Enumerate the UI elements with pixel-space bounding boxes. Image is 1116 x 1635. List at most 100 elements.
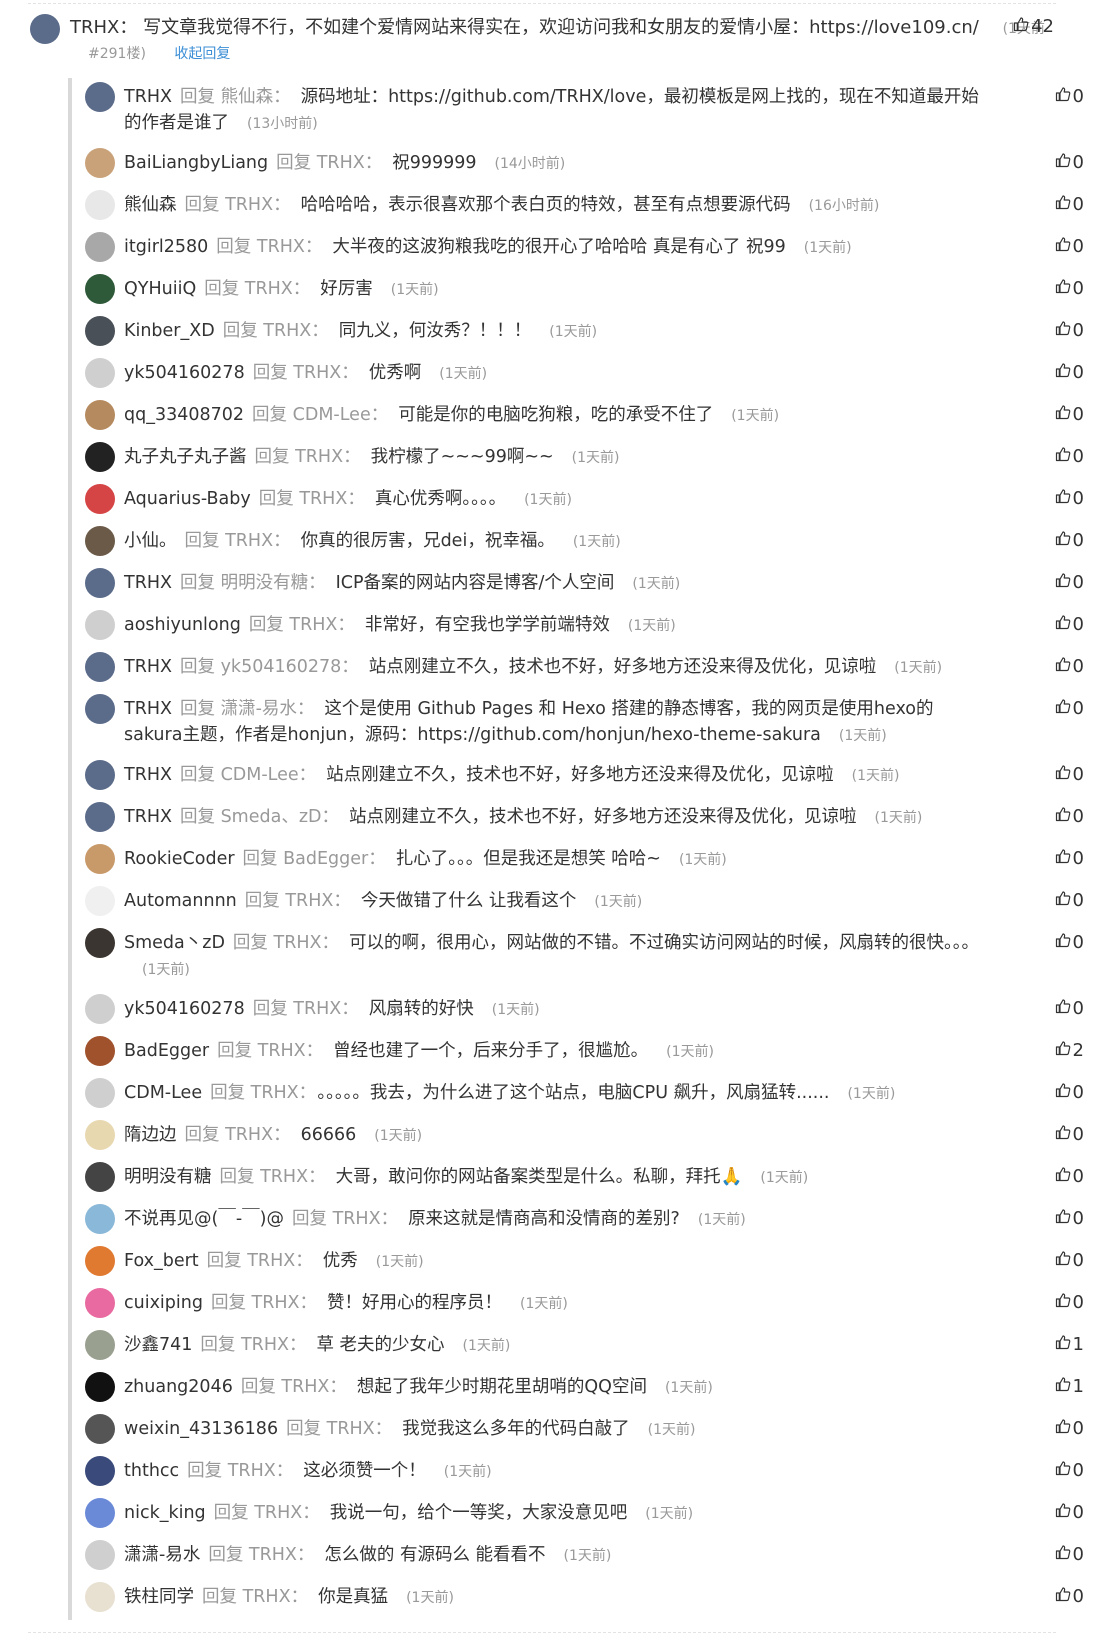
avatar[interactable] — [85, 1498, 115, 1528]
avatar[interactable] — [85, 316, 115, 346]
avatar[interactable] — [85, 1204, 115, 1234]
reply-target-user[interactable]: TRHX — [228, 1461, 276, 1481]
like-button[interactable]: 0 — [1055, 572, 1084, 593]
reply-target-user[interactable]: TRHX — [327, 1419, 375, 1439]
reply-username[interactable]: RookieCoder — [124, 849, 235, 869]
like-button[interactable]: 0 — [1055, 848, 1084, 869]
reply-target-user[interactable]: TRHX — [257, 237, 305, 257]
avatar[interactable] — [85, 484, 115, 514]
avatar[interactable] — [85, 1162, 115, 1192]
reply-target-user[interactable]: CDM-Lee — [221, 765, 299, 785]
like-button[interactable]: 0 — [1055, 1124, 1084, 1145]
reply-target-user[interactable]: TRHX — [251, 1083, 299, 1103]
reply-username[interactable]: Fox_bert — [124, 1251, 199, 1271]
reply-username[interactable]: 隋边边 — [124, 1125, 177, 1145]
like-button[interactable]: 0 — [1055, 614, 1084, 635]
like-button[interactable]: 1 — [1055, 1376, 1084, 1397]
avatar[interactable] — [85, 928, 115, 958]
reply-target-user[interactable]: TRHX — [274, 933, 322, 953]
reply-target-user[interactable]: TRHX — [333, 1209, 381, 1229]
collapse-replies-link[interactable]: 收起回复 — [174, 46, 230, 62]
reply-target-user[interactable]: TRHX — [241, 1335, 289, 1355]
reply-username[interactable]: cuixiping — [124, 1293, 203, 1313]
avatar[interactable] — [85, 1540, 115, 1570]
reply-username[interactable]: TRHX — [124, 765, 172, 785]
avatar[interactable] — [85, 1414, 115, 1444]
reply-target-user[interactable]: TRHX — [285, 891, 333, 911]
like-button[interactable]: 0 — [1055, 1460, 1084, 1481]
reply-username[interactable]: Smeda丶zD — [124, 933, 225, 953]
reply-target-user[interactable]: TRHX — [293, 999, 341, 1019]
reply-target-user[interactable]: TRHX — [247, 1251, 295, 1271]
reply-target-user[interactable]: Smeda、zD — [221, 807, 322, 827]
reply-target-user[interactable]: TRHX — [225, 195, 273, 215]
avatar[interactable] — [85, 844, 115, 874]
like-button[interactable]: 0 — [1055, 362, 1084, 383]
avatar[interactable] — [85, 994, 115, 1024]
avatar[interactable] — [85, 232, 115, 262]
reply-username[interactable]: Kinber_XD — [124, 321, 215, 341]
reply-target-user[interactable]: yk504160278 — [221, 657, 342, 677]
like-button[interactable]: 0 — [1055, 998, 1084, 1019]
reply-username[interactable]: 明明没有糖 — [124, 1167, 212, 1187]
reply-username[interactable]: aoshiyunlong — [124, 615, 241, 635]
like-button[interactable]: 0 — [1055, 1586, 1084, 1607]
avatar[interactable] — [85, 442, 115, 472]
like-button[interactable]: 0 — [1055, 1502, 1084, 1523]
like-button[interactable]: 0 — [1055, 932, 1084, 953]
reply-target-user[interactable]: TRHX — [289, 615, 337, 635]
reply-username[interactable]: 丸子丸子丸子酱 — [124, 447, 247, 467]
reply-username[interactable]: yk504160278 — [124, 363, 245, 383]
reply-username[interactable]: CDM-Lee — [124, 1083, 202, 1103]
reply-target-user[interactable]: TRHX — [225, 1125, 273, 1145]
avatar[interactable] — [85, 802, 115, 832]
avatar[interactable] — [85, 358, 115, 388]
reply-username[interactable]: 小仙。 — [124, 531, 177, 551]
like-button[interactable]: 0 — [1055, 1250, 1084, 1271]
reply-target-user[interactable]: 熊仙森 — [221, 87, 274, 107]
avatar[interactable] — [85, 610, 115, 640]
reply-target-user[interactable]: TRHX — [254, 1503, 302, 1523]
like-button[interactable]: 0 — [1055, 194, 1084, 215]
avatar[interactable] — [85, 1120, 115, 1150]
reply-username[interactable]: yk504160278 — [124, 999, 245, 1019]
avatar[interactable] — [85, 1246, 115, 1276]
reply-username[interactable]: BaiLiangbyLiang — [124, 153, 268, 173]
avatar[interactable] — [85, 760, 115, 790]
avatar[interactable] — [85, 526, 115, 556]
reply-username[interactable]: QYHuiiQ — [124, 279, 196, 299]
avatar[interactable] — [85, 1330, 115, 1360]
avatar[interactable] — [85, 1582, 115, 1612]
like-button[interactable]: 0 — [1055, 236, 1084, 257]
like-button[interactable]: 0 — [1055, 530, 1084, 551]
like-button[interactable]: 0 — [1055, 1166, 1084, 1187]
avatar[interactable] — [85, 1456, 115, 1486]
avatar[interactable] — [85, 190, 115, 220]
reply-target-user[interactable]: TRHX — [249, 1545, 297, 1565]
reply-target-user[interactable]: TRHX — [263, 321, 311, 341]
like-button[interactable]: 0 — [1055, 698, 1084, 719]
reply-username[interactable]: 熊仙森 — [124, 195, 177, 215]
reply-target-user[interactable]: 明明没有糖 — [221, 573, 309, 593]
comment-username[interactable]: TRHX — [70, 17, 119, 38]
like-button[interactable]: 0 — [1055, 152, 1084, 173]
like-button[interactable]: 0 — [1055, 278, 1084, 299]
reply-target-user[interactable]: TRHX — [293, 363, 341, 383]
reply-target-user[interactable]: TRHX — [299, 489, 347, 509]
like-button[interactable]: 2 — [1055, 1040, 1084, 1061]
like-button[interactable]: 0 — [1055, 86, 1084, 107]
reply-username[interactable]: TRHX — [124, 87, 172, 107]
avatar[interactable] — [85, 694, 115, 724]
avatar[interactable] — [85, 568, 115, 598]
avatar[interactable] — [85, 886, 115, 916]
reply-target-user[interactable]: TRHX — [281, 1377, 329, 1397]
reply-username[interactable]: TRHX — [124, 573, 172, 593]
like-button[interactable]: 0 — [1055, 806, 1084, 827]
like-button[interactable]: 0 — [1055, 488, 1084, 509]
reply-target-user[interactable]: TRHX — [295, 447, 343, 467]
reply-username[interactable]: TRHX — [124, 657, 172, 677]
avatar[interactable] — [85, 148, 115, 178]
reply-username[interactable]: 潇潇-易水 — [124, 1545, 200, 1565]
reply-target-user[interactable]: TRHX — [317, 153, 365, 173]
avatar[interactable] — [85, 652, 115, 682]
